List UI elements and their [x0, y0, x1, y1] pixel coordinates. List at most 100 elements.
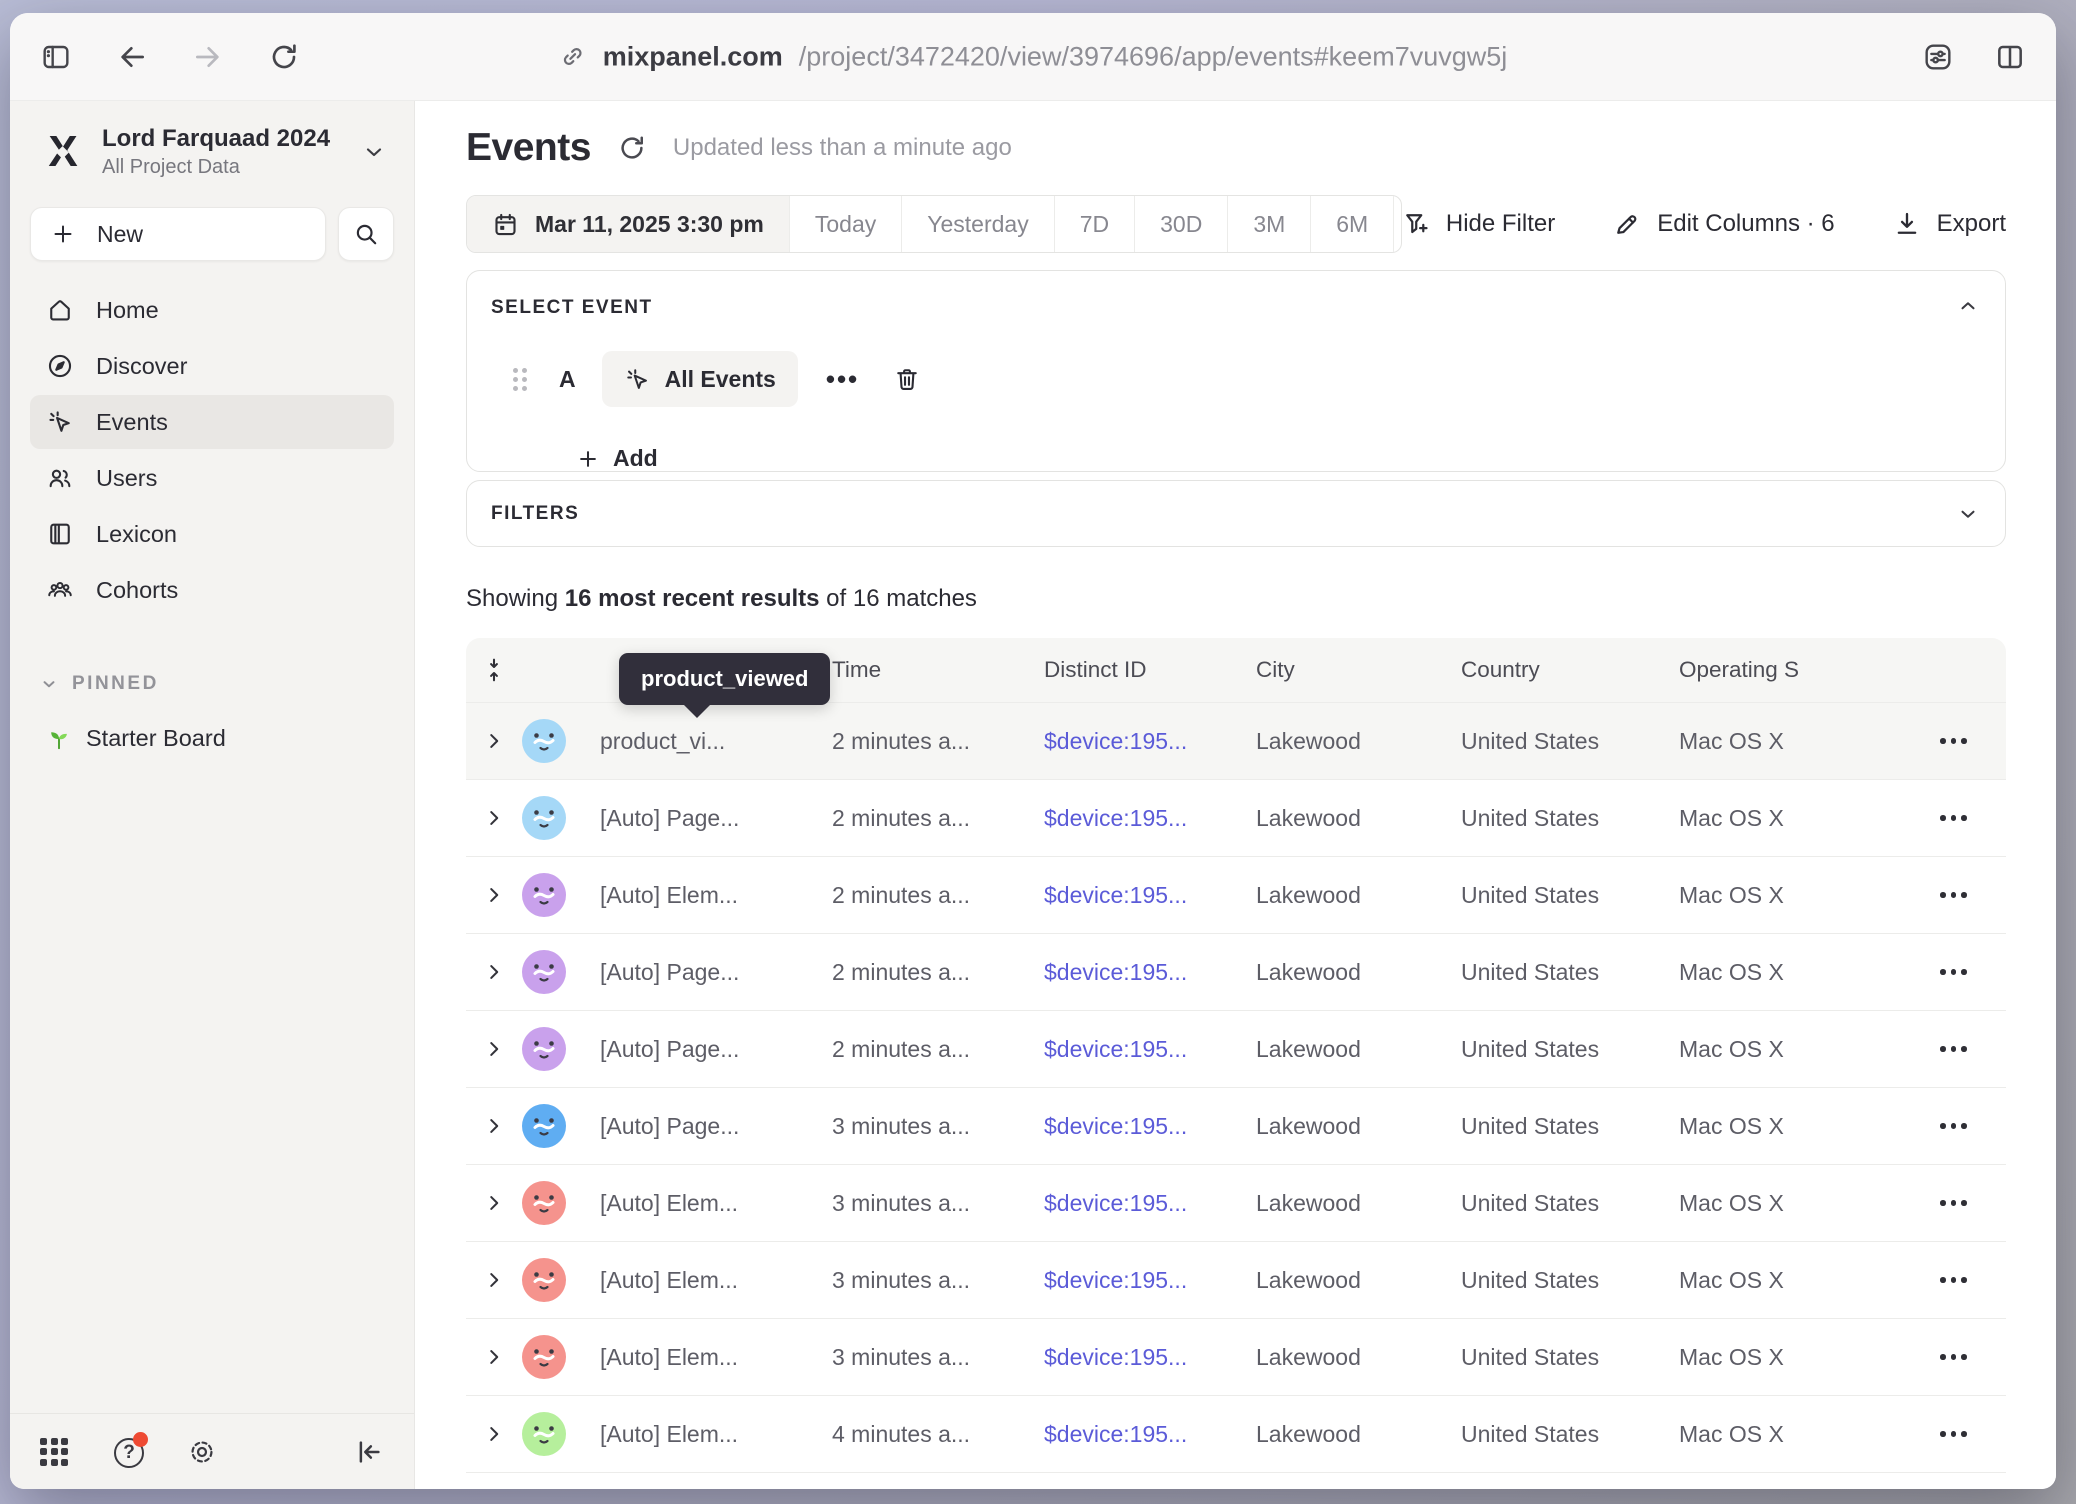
- new-button[interactable]: New: [30, 207, 326, 261]
- col-header-city[interactable]: City: [1256, 657, 1461, 683]
- add-event-button[interactable]: Add: [577, 445, 1981, 472]
- cell-distinct-id[interactable]: $device:195...: [1044, 1036, 1256, 1063]
- table-row[interactable]: [Auto] Elem... 3 minutes a... $device:19…: [466, 1318, 2006, 1395]
- cell-time: 3 minutes a...: [832, 1113, 1044, 1140]
- apps-grid-icon[interactable]: [40, 1438, 68, 1466]
- collapse-sidebar-icon[interactable]: [354, 1437, 384, 1467]
- help-icon[interactable]: ?: [114, 1438, 142, 1466]
- url-bar[interactable]: mixpanel.com/project/3472420/view/397469…: [559, 41, 1508, 72]
- table-row[interactable]: [Auto] Elem... 3 minutes a... $device:19…: [466, 1241, 2006, 1318]
- range-3m[interactable]: 3M: [1227, 196, 1310, 252]
- col-header-os[interactable]: Operating S: [1679, 657, 1926, 683]
- range-6m[interactable]: 6M: [1310, 196, 1393, 252]
- pinned-item-starter-board[interactable]: Starter Board: [30, 725, 394, 752]
- table-row[interactable]: [Auto] Elem... 2 minutes a... $device:19…: [466, 856, 2006, 933]
- export-button[interactable]: Export: [1893, 210, 2006, 238]
- event-selector-chip[interactable]: All Events: [602, 351, 798, 407]
- range-12m[interactable]: 12M: [1393, 196, 1402, 252]
- col-header-distinct-id[interactable]: Distinct ID: [1044, 657, 1256, 683]
- cell-distinct-id[interactable]: $device:195...: [1044, 805, 1256, 832]
- refresh-icon[interactable]: [617, 133, 647, 163]
- row-actions-kebab-icon[interactable]: [1926, 892, 2006, 898]
- chevron-right-icon[interactable]: [483, 1346, 505, 1368]
- event-avatar: [522, 1412, 566, 1456]
- search-button[interactable]: [338, 207, 394, 261]
- sidebar-item-cohorts[interactable]: Cohorts: [30, 563, 394, 617]
- hide-filter-label: Hide Filter: [1446, 210, 1555, 238]
- project-switcher[interactable]: X Lord Farquaad 2024 All Project Data: [30, 121, 394, 183]
- chevron-right-icon[interactable]: [483, 807, 505, 829]
- hide-filter-button[interactable]: Hide Filter: [1402, 210, 1555, 238]
- back-button[interactable]: [116, 41, 148, 73]
- row-actions-kebab-icon[interactable]: [1926, 738, 2006, 744]
- split-view-icon[interactable]: [1994, 41, 2026, 73]
- link-icon: [559, 43, 587, 71]
- col-header-time[interactable]: Time: [832, 657, 1044, 683]
- chevron-right-icon[interactable]: [483, 961, 505, 983]
- range-yesterday[interactable]: Yesterday: [901, 196, 1053, 252]
- row-actions-kebab-icon[interactable]: [1926, 1123, 2006, 1129]
- chevron-right-icon[interactable]: [483, 1115, 505, 1137]
- sidebar-item-lexicon[interactable]: Lexicon: [30, 507, 394, 561]
- row-actions-kebab-icon[interactable]: [1926, 1354, 2006, 1360]
- row-actions-kebab-icon[interactable]: [1926, 1431, 2006, 1437]
- table-row[interactable]: [Auto] Elem... 4 minutes a... $device:19…: [466, 1472, 2006, 1489]
- chevron-down-icon[interactable]: [1957, 503, 1979, 525]
- page-settings-icon[interactable]: [1922, 41, 1954, 73]
- table-row[interactable]: [Auto] Page... 2 minutes a... $device:19…: [466, 1010, 2006, 1087]
- range-7d[interactable]: 7D: [1054, 196, 1134, 252]
- chevron-up-icon[interactable]: [1957, 295, 1979, 317]
- sidebar-item-users[interactable]: Users: [30, 451, 394, 505]
- more-options-icon[interactable]: •••: [826, 374, 859, 384]
- collapse-all-icon[interactable]: [481, 657, 507, 683]
- settings-gear-icon[interactable]: [188, 1438, 216, 1466]
- row-actions-kebab-icon[interactable]: [1926, 1046, 2006, 1052]
- cell-distinct-id[interactable]: $device:195...: [1044, 959, 1256, 986]
- calendar-icon: [492, 211, 519, 238]
- range-30d[interactable]: 30D: [1134, 196, 1227, 252]
- cell-distinct-id[interactable]: $device:195...: [1044, 1267, 1256, 1294]
- date-picker-button[interactable]: Mar 11, 2025 3:30 pm: [467, 196, 789, 252]
- pinned-section-toggle[interactable]: PINNED: [30, 673, 394, 695]
- chevron-right-icon[interactable]: [483, 1423, 505, 1445]
- cell-distinct-id[interactable]: $device:195...: [1044, 728, 1256, 755]
- sidebar-nav: Home Discover Events Users Lexicon Cohor…: [30, 283, 394, 617]
- table-row[interactable]: [Auto] Elem... 3 minutes a... $device:19…: [466, 1164, 2006, 1241]
- sidebar-item-discover[interactable]: Discover: [30, 339, 394, 393]
- table-row[interactable]: [Auto] Page... 3 minutes a... $device:19…: [466, 1087, 2006, 1164]
- trash-icon[interactable]: [893, 365, 921, 393]
- table-row[interactable]: [Auto] Page... 2 minutes a... $device:19…: [466, 933, 2006, 1010]
- col-header-country[interactable]: Country: [1461, 657, 1679, 683]
- table-row[interactable]: [Auto] Page... 2 minutes a... $device:19…: [466, 779, 2006, 856]
- cell-time: 3 minutes a...: [832, 1190, 1044, 1217]
- table-row[interactable]: [Auto] Elem... 4 minutes a... $device:19…: [466, 1395, 2006, 1472]
- chevron-right-icon[interactable]: [483, 884, 505, 906]
- cell-distinct-id[interactable]: $device:195...: [1044, 1344, 1256, 1371]
- chevron-right-icon[interactable]: [483, 1192, 505, 1214]
- row-actions-kebab-icon[interactable]: [1926, 815, 2006, 821]
- cell-distinct-id[interactable]: $device:195...: [1044, 882, 1256, 909]
- project-name: Lord Farquaad 2024: [102, 125, 330, 153]
- cell-distinct-id[interactable]: $device:195...: [1044, 1113, 1256, 1140]
- chevron-right-icon[interactable]: [483, 1038, 505, 1060]
- sidebar-toggle-icon[interactable]: [40, 41, 72, 73]
- cell-distinct-id[interactable]: $device:195...: [1044, 1421, 1256, 1448]
- row-actions-kebab-icon[interactable]: [1926, 1200, 2006, 1206]
- chevron-right-icon[interactable]: [483, 730, 505, 752]
- sidebar-item-events[interactable]: Events: [30, 395, 394, 449]
- row-actions-kebab-icon[interactable]: [1926, 1277, 2006, 1283]
- reload-button[interactable]: [268, 41, 300, 73]
- cell-distinct-id[interactable]: $device:195...: [1044, 1190, 1256, 1217]
- chevron-right-icon[interactable]: [483, 1269, 505, 1291]
- cell-event: [Auto] Page...: [600, 1036, 832, 1063]
- events-icon: [46, 408, 74, 436]
- row-actions-kebab-icon[interactable]: [1926, 969, 2006, 975]
- export-label: Export: [1937, 210, 2006, 238]
- cell-os: Mac OS X: [1679, 882, 1926, 909]
- range-today[interactable]: Today: [789, 196, 901, 252]
- sidebar-item-home[interactable]: Home: [30, 283, 394, 337]
- forward-button[interactable]: [192, 41, 224, 73]
- event-cursor-icon: [624, 366, 651, 393]
- edit-columns-button[interactable]: Edit Columns · 6: [1613, 210, 1834, 238]
- drag-handle[interactable]: [513, 368, 527, 391]
